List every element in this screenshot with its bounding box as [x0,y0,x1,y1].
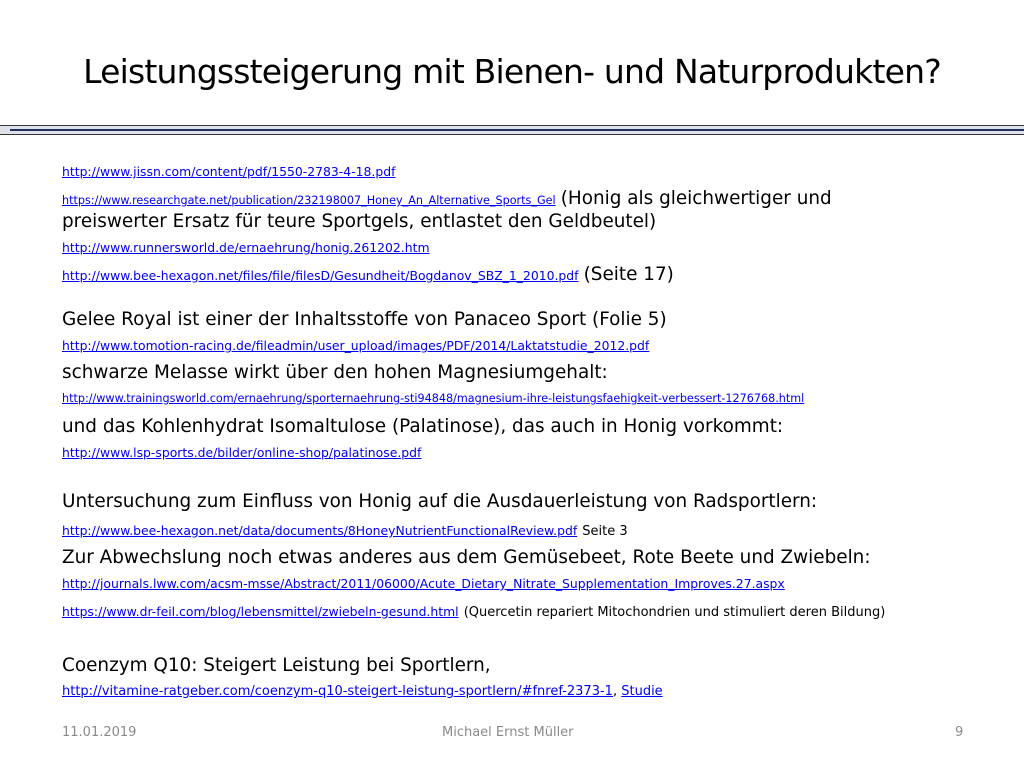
link-note: (Honig als gleichwertiger und [560,188,832,209]
list-item: http://www.bee-hexagon.net/data/document… [62,520,628,539]
slide-title: Leistungssteigerung mit Bienen- und Natu… [83,52,942,91]
list-item: https://www.researchgate.net/publication… [62,188,832,209]
list-item: http://vitamine-ratgeber.com/coenzym-q10… [62,684,663,699]
link-trainingsworld[interactable]: http://www.trainingsworld.com/ernaehrung… [62,392,804,405]
list-item: http://www.tomotion-racing.de/fileadmin/… [62,338,649,353]
list-item: http://journals.lww.com/acsm-msse/Abstra… [62,576,785,591]
list-item: https://www.dr-feil.com/blog/lebensmitte… [62,601,885,620]
link-studie[interactable]: Studie [621,684,662,699]
text-coenzym: Coenzym Q10: Steigert Leistung bei Sport… [62,655,491,676]
link-note: (Quercetin repariert Mitochondrien und s… [463,605,886,620]
link-note: Seite 3 [582,524,628,539]
link-note: (Seite 17) [583,264,674,285]
list-item: http://www.trainingsworld.com/ernaehrung… [62,392,804,405]
link-lww-journals[interactable]: http://journals.lww.com/acsm-msse/Abstra… [62,576,785,591]
link-vitamine-ratgeber[interactable]: http://vitamine-ratgeber.com/coenzym-q10… [62,684,613,699]
link-separator: , [612,684,618,699]
text-gelee-royal: Gelee Royal ist einer der Inhaltsstoffe … [62,309,667,330]
link-runnersworld[interactable]: http://www.runnersworld.de/ernaehrung/ho… [62,240,430,255]
link-jissn[interactable]: http://www.jissn.com/content/pdf/1550-27… [62,164,395,179]
text-melasse: schwarze Melasse wirkt über den hohen Ma… [62,362,608,383]
text-radsportler: Untersuchung zum Einfluss von Honig auf … [62,491,818,512]
footer-author: Michael Ernst Müller [442,725,574,740]
link-lsp-sports[interactable]: http://www.lsp-sports.de/bilder/online-s… [62,445,421,460]
link-bee-hexagon-bogdanov[interactable]: http://www.bee-hexagon.net/files/file/fi… [62,268,579,283]
text-isomaltulose: und das Kohlenhydrat Isomaltulose (Palat… [62,416,784,437]
link-note-continuation: preiswerter Ersatz für teure Sportgels, … [62,211,657,232]
title-divider-accent [10,129,1024,131]
list-item: http://www.bee-hexagon.net/files/file/fi… [62,264,674,285]
list-item: http://www.jissn.com/content/pdf/1550-27… [62,164,395,179]
list-item: http://www.lsp-sports.de/bilder/online-s… [62,445,421,460]
footer-date: 11.01.2019 [62,725,137,740]
list-item: http://www.runnersworld.de/ernaehrung/ho… [62,240,430,255]
link-bee-hexagon-review[interactable]: http://www.bee-hexagon.net/data/document… [62,523,577,538]
text-gemuesebeet: Zur Abwechslung noch etwas anderes aus d… [62,547,871,568]
link-researchgate[interactable]: https://www.researchgate.net/publication… [62,194,556,207]
link-dr-feil[interactable]: https://www.dr-feil.com/blog/lebensmitte… [62,604,459,619]
footer-page-number: 9 [955,725,964,740]
link-tomotion[interactable]: http://www.tomotion-racing.de/fileadmin/… [62,338,649,353]
